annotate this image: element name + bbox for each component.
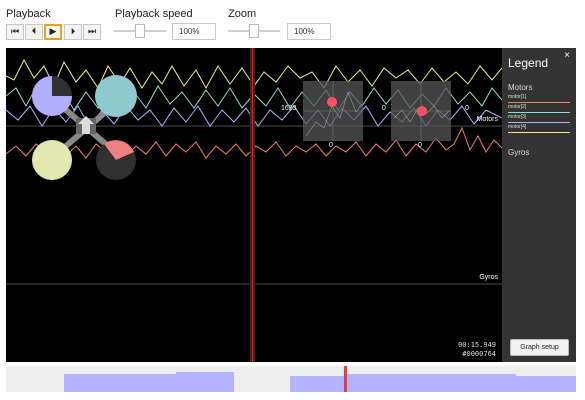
legend-item-label: motor[3]	[508, 114, 527, 120]
stick-right-box	[391, 81, 451, 141]
play-button[interactable]: ▶	[44, 24, 62, 40]
legend-item-motor-3[interactable]: motor[3]	[508, 114, 570, 123]
stick-left-bottom-value: 0	[329, 142, 333, 149]
legend-item-label: motor[2]	[508, 104, 527, 110]
frame-number: #0000764	[462, 350, 496, 358]
craft-diagram	[32, 75, 137, 180]
legend-swatch	[508, 102, 570, 103]
skip-forward-button[interactable]: ⏭	[83, 24, 101, 40]
playback-speed-label: Playback speed	[115, 8, 193, 20]
stick-left-top-value: 1623	[281, 105, 297, 112]
close-legend-icon[interactable]: ×	[564, 50, 570, 61]
playback-speed-input[interactable]: 100%	[172, 23, 216, 40]
time-readout: 00:15.949 #0000764	[458, 341, 496, 359]
playback-label: Playback	[6, 8, 51, 20]
motors-axis-label: Motors	[476, 116, 498, 123]
step-forward-button[interactable]: ⏵	[64, 24, 82, 40]
legend-item-motor-1[interactable]: motor[1]	[508, 94, 570, 103]
legend-item-label: motor[4]	[508, 124, 527, 130]
graph-canvas[interactable]	[6, 48, 502, 362]
legend-title: Legend	[508, 56, 549, 70]
overview-timeline[interactable]	[6, 366, 576, 392]
craft-prop-2	[95, 75, 137, 117]
legend-swatch	[508, 122, 570, 123]
stick-left-box	[303, 81, 363, 141]
legend-item-motor-4[interactable]: motor[4]	[508, 124, 570, 133]
slider-thumb[interactable]	[249, 24, 259, 38]
slider-thumb[interactable]	[135, 24, 145, 38]
stick-right-mid-value: 0	[465, 105, 469, 112]
legend-group-gyros[interactable]: Gyros	[508, 148, 529, 157]
gyros-axis-label: Gyros	[479, 274, 498, 281]
stick-left-dot	[327, 97, 337, 107]
skip-back-button[interactable]: ⏮	[6, 24, 24, 40]
zoom-slider[interactable]	[228, 24, 280, 38]
time-value: 00:15.949	[458, 341, 496, 349]
playback-speed-slider[interactable]	[114, 24, 166, 38]
overview-segment	[346, 374, 516, 392]
stick-left-mid-value: 0	[382, 105, 386, 112]
overview-position-marker[interactable]	[344, 366, 347, 392]
legend-item-motor-2[interactable]: motor[2]	[508, 104, 570, 113]
zoom-label: Zoom	[228, 8, 257, 20]
stick-right-dot	[417, 106, 427, 116]
legend-swatch	[508, 132, 570, 133]
zoom-input[interactable]: 100%	[287, 23, 331, 40]
legend-group-motors[interactable]: Motors	[508, 83, 532, 92]
legend-panel: × Legend Motors motor[1] motor[2] motor[…	[502, 48, 576, 362]
step-back-button[interactable]: ⏴	[25, 24, 43, 40]
stick-right-bottom-value: 0	[418, 142, 422, 149]
legend-item-label: motor[1]	[508, 94, 527, 100]
log-graph[interactable]: 1623 0 0 0 0 Motors Gyros 00:15.949 #000…	[6, 48, 502, 362]
legend-swatch	[508, 112, 570, 113]
graph-setup-button[interactable]: Graph setup	[510, 339, 569, 356]
craft-prop-3	[32, 140, 72, 180]
overview-segment	[176, 372, 234, 392]
